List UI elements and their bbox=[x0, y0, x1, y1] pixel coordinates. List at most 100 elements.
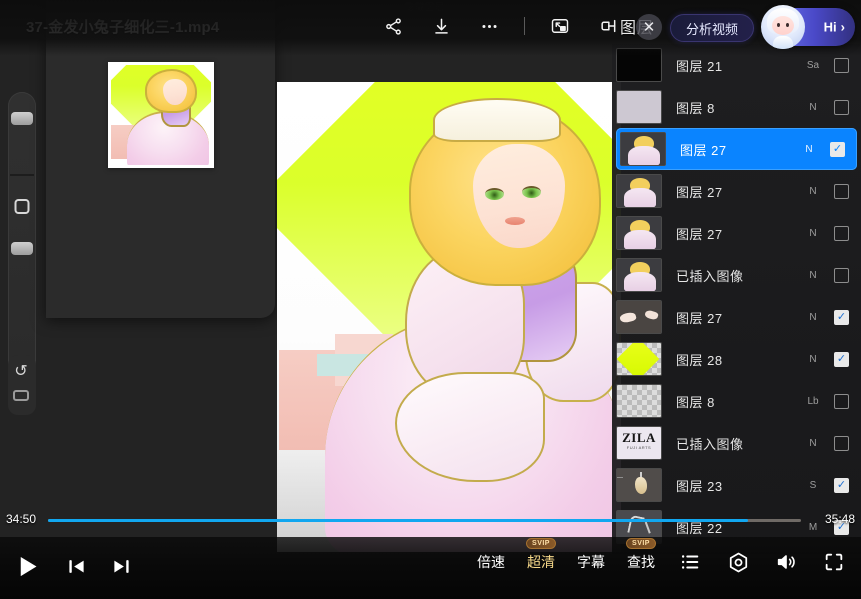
layer-thumbnail bbox=[616, 174, 662, 208]
progress-fill bbox=[48, 519, 748, 522]
speed-button[interactable]: 倍速 bbox=[477, 552, 505, 572]
drawing-canvas bbox=[277, 82, 621, 552]
settings-icon[interactable] bbox=[725, 549, 751, 575]
transport-controls bbox=[14, 553, 131, 580]
layer-name: 已插入图像 bbox=[676, 434, 800, 453]
layer-name: 图层 27 bbox=[676, 224, 800, 243]
layer-row[interactable]: 图层 27N bbox=[616, 128, 857, 170]
layer-name: 图层 8 bbox=[676, 98, 800, 117]
opacity-slider-thumb bbox=[11, 242, 33, 255]
bonnet-shape bbox=[433, 98, 561, 142]
layer-row[interactable]: 图层 27N bbox=[612, 296, 861, 338]
total-time-label: 35:48 bbox=[825, 512, 855, 526]
svip-badge-search: SVIP bbox=[626, 538, 656, 549]
layer-blend-mode: S bbox=[800, 480, 826, 491]
layer-visibility-checkbox[interactable] bbox=[834, 100, 849, 115]
layer-name: 图层 27 bbox=[676, 308, 800, 327]
svip-badge-quality: SVIP bbox=[526, 538, 556, 549]
layer-name: 图层 23 bbox=[676, 476, 800, 495]
layer-visibility-checkbox[interactable] bbox=[834, 268, 849, 283]
reference-thumbnail bbox=[108, 62, 214, 168]
video-player-screen: ↺ bbox=[0, 0, 861, 599]
layer-blend-mode: N bbox=[796, 144, 822, 155]
layer-visibility-checkbox[interactable] bbox=[834, 310, 849, 325]
layer-name: 图层 21 bbox=[676, 56, 800, 75]
layer-visibility-checkbox[interactable] bbox=[834, 184, 849, 199]
download-icon[interactable] bbox=[428, 13, 454, 39]
quality-label: 超清 bbox=[527, 554, 555, 570]
share-icon[interactable] bbox=[380, 13, 406, 39]
layer-thumbnail bbox=[616, 342, 662, 376]
undo-icon: ↺ bbox=[11, 364, 31, 380]
layer-thumbnail bbox=[616, 384, 662, 418]
quality-button[interactable]: SVIP 超清 bbox=[527, 552, 555, 572]
layer-row[interactable]: 图层 23S bbox=[612, 464, 861, 506]
brush-size-slider-thumb bbox=[11, 112, 33, 125]
more-icon[interactable] bbox=[476, 13, 502, 39]
left-eye-shape bbox=[485, 188, 504, 200]
layer-thumbnail bbox=[616, 216, 662, 250]
layer-name: 图层 27 bbox=[676, 182, 800, 201]
layer-visibility-checkbox[interactable] bbox=[834, 58, 849, 73]
lips-shape bbox=[505, 217, 525, 225]
eraser-icon bbox=[13, 390, 29, 401]
playlist-icon[interactable] bbox=[677, 549, 703, 575]
layer-blend-mode: N bbox=[800, 270, 826, 281]
layer-thumbnail bbox=[616, 90, 662, 124]
layers-panel[interactable]: 图层 21Sa图层 8N图层 27N图层 27N图层 27N已插入图像N图层 2… bbox=[612, 44, 861, 554]
layer-visibility-checkbox[interactable] bbox=[830, 142, 845, 157]
player-right-controls: 倍速 SVIP 超清 字幕 SVIP 查找 bbox=[477, 549, 847, 575]
square-tool-icon bbox=[15, 199, 30, 214]
layer-name: 图层 8 bbox=[676, 392, 800, 411]
current-time-label: 34:50 bbox=[6, 512, 36, 526]
layer-blend-mode: N bbox=[800, 438, 826, 449]
layer-name: 图层 27 bbox=[680, 140, 796, 159]
volume-icon[interactable] bbox=[773, 549, 799, 575]
prev-frame-button[interactable] bbox=[67, 557, 86, 576]
layer-visibility-checkbox[interactable] bbox=[834, 394, 849, 409]
progress-bar[interactable] bbox=[48, 519, 801, 522]
layer-blend-mode: Sa bbox=[800, 60, 826, 71]
top-action-bar bbox=[380, 13, 621, 39]
assistant-greeting-button[interactable]: Hi › bbox=[765, 8, 855, 46]
close-icon[interactable]: ✕ bbox=[636, 14, 662, 40]
next-frame-button[interactable] bbox=[112, 557, 131, 576]
toolbar-divider bbox=[524, 17, 525, 35]
layer-row[interactable]: 图层 8Lb bbox=[612, 380, 861, 422]
search-button[interactable]: SVIP 查找 bbox=[627, 552, 655, 572]
layer-row[interactable]: 图层 8N bbox=[612, 86, 861, 128]
layer-blend-mode: Lb bbox=[800, 396, 826, 407]
fullscreen-icon[interactable] bbox=[821, 549, 847, 575]
player-bottom-bar: 34:50 35:48 倍速 SVIP 超清 字幕 SVI bbox=[0, 537, 861, 599]
layer-visibility-checkbox[interactable] bbox=[834, 226, 849, 241]
subtitle-button[interactable]: 字幕 bbox=[577, 552, 605, 572]
play-button[interactable] bbox=[14, 553, 41, 580]
layer-visibility-checkbox[interactable] bbox=[834, 352, 849, 367]
layer-thumbnail bbox=[616, 258, 662, 292]
layer-row[interactable]: 图层 27N bbox=[612, 212, 861, 254]
layer-blend-mode: N bbox=[800, 354, 826, 365]
layer-row[interactable]: 图层 27N bbox=[612, 170, 861, 212]
analyze-video-button[interactable]: 分析视频 bbox=[670, 14, 754, 42]
layer-blend-mode: N bbox=[800, 312, 826, 323]
layer-thumbnail bbox=[620, 132, 666, 166]
reference-artwork bbox=[111, 65, 211, 165]
artwork-illustration bbox=[277, 82, 621, 552]
layer-visibility-checkbox[interactable] bbox=[834, 436, 849, 451]
layer-name: 已插入图像 bbox=[676, 266, 800, 285]
layer-blend-mode: M bbox=[800, 522, 826, 533]
layer-row[interactable]: 图层 28N bbox=[612, 338, 861, 380]
layer-blend-mode: N bbox=[800, 228, 826, 239]
layer-thumbnail bbox=[616, 468, 662, 502]
greeting-label: Hi bbox=[824, 20, 837, 35]
picture-in-picture-icon[interactable] bbox=[547, 13, 573, 39]
layer-visibility-checkbox[interactable] bbox=[834, 478, 849, 493]
layer-name: 图层 28 bbox=[676, 350, 800, 369]
layer-row[interactable]: 已插入图像N bbox=[612, 254, 861, 296]
layer-row[interactable]: ZILAFUJI ARTS 已插入图像N bbox=[612, 422, 861, 464]
layer-blend-mode: N bbox=[800, 186, 826, 197]
layer-thumbnail: ZILAFUJI ARTS bbox=[616, 426, 662, 460]
cast-icon[interactable] bbox=[595, 13, 621, 39]
rail-divider bbox=[10, 174, 34, 176]
avatar bbox=[761, 5, 805, 49]
